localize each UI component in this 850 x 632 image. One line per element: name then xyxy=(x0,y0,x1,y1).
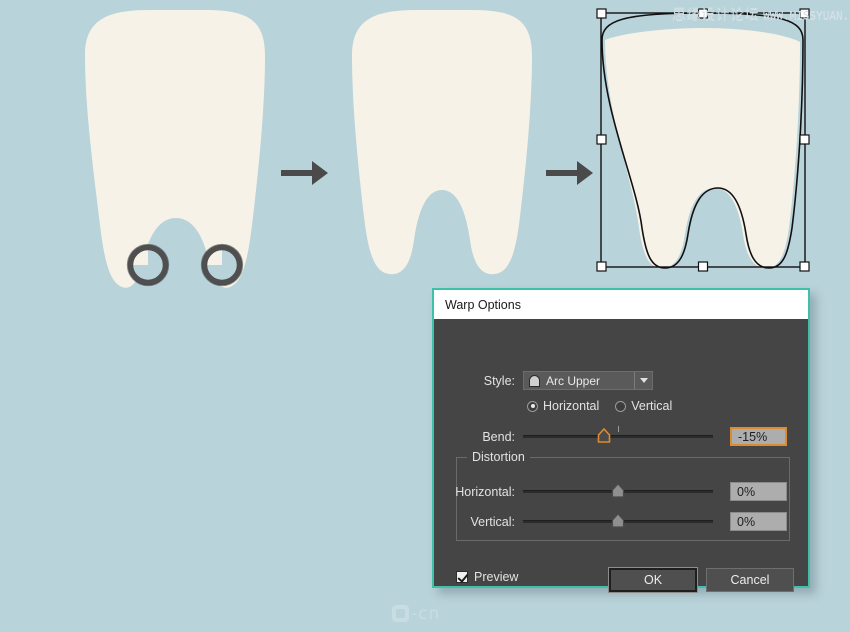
style-dropdown[interactable]: Arc Upper xyxy=(523,371,653,390)
watermark-bottom-text: -cn xyxy=(411,604,441,624)
radio-vertical-dot xyxy=(615,400,627,412)
bend-label: Bend: xyxy=(482,429,515,444)
horizontal-distortion-thumb[interactable] xyxy=(611,483,625,498)
tooth-shape-warped[interactable] xyxy=(600,12,806,269)
watermark-bottom: -cn xyxy=(392,604,440,624)
horizontal-distortion-slider[interactable] xyxy=(523,482,713,501)
vertical-distortion-slider[interactable] xyxy=(523,512,713,531)
preview-label: Preview xyxy=(474,570,519,584)
warp-options-dialog[interactable]: Warp Options Style: Arc Upper Horizontal xyxy=(432,288,810,593)
vertical-distortion-thumb[interactable] xyxy=(611,513,625,528)
ok-button[interactable]: OK xyxy=(608,567,698,593)
circle-right[interactable] xyxy=(200,243,244,287)
ui-cn-logo-icon xyxy=(392,605,409,622)
watermark-top-cn: 思缘设计论坛 xyxy=(672,7,759,23)
radio-horizontal-label: Horizontal xyxy=(543,399,600,413)
preview-checkbox[interactable]: Preview xyxy=(456,570,518,584)
arrow-2 xyxy=(546,161,593,185)
arrow-1 xyxy=(281,161,328,185)
preview-checkbox-box[interactable] xyxy=(456,571,468,583)
radio-vertical-label: Vertical xyxy=(631,399,673,413)
watermark-top-en: WWW.MISSYUAN.COM xyxy=(763,9,850,22)
vertical-distortion-label: Vertical: xyxy=(470,514,515,529)
bend-slider-track[interactable] xyxy=(523,435,713,438)
horizontal-distortion-row: Horizontal: 0% xyxy=(434,482,808,501)
bend-row: Bend: -15% xyxy=(434,426,808,446)
dialog-title: Warp Options xyxy=(445,297,521,312)
vertical-distortion-input[interactable]: 0% xyxy=(730,512,787,531)
radio-horizontal-dot xyxy=(527,400,538,412)
circle-left[interactable] xyxy=(126,243,170,287)
bend-slider-thumb[interactable] xyxy=(597,427,611,443)
chevron-down-icon[interactable] xyxy=(635,372,652,389)
horizontal-distortion-input[interactable]: 0% xyxy=(730,482,787,501)
cancel-button[interactable]: Cancel xyxy=(706,568,794,592)
style-value: Arc Upper xyxy=(546,373,601,388)
radio-vertical[interactable]: Vertical xyxy=(615,399,672,413)
orientation-row: Horizontal Vertical xyxy=(434,399,808,413)
arc-upper-icon xyxy=(529,374,540,387)
dialog-body: Style: Arc Upper Horizontal Vertical Ben… xyxy=(434,319,808,593)
bend-slider-center-tick xyxy=(618,426,619,432)
tooth-shape-original[interactable] xyxy=(85,10,265,288)
distortion-legend: Distortion xyxy=(467,450,530,464)
watermark-top: 思缘设计论坛 WWW.MISSYUAN.COM xyxy=(672,4,850,24)
vertical-distortion-row: Vertical: 0% xyxy=(434,512,808,531)
tooth-shape-rooted[interactable] xyxy=(352,10,532,275)
horizontal-distortion-label: Horizontal: xyxy=(455,484,515,499)
style-label: Style: xyxy=(483,373,515,388)
radio-horizontal[interactable]: Horizontal xyxy=(527,399,599,413)
dialog-titlebar[interactable]: Warp Options xyxy=(434,290,808,319)
bend-slider[interactable] xyxy=(523,426,713,446)
style-row: Style: Arc Upper xyxy=(434,371,808,390)
bend-value-input[interactable]: -15% xyxy=(730,427,787,446)
